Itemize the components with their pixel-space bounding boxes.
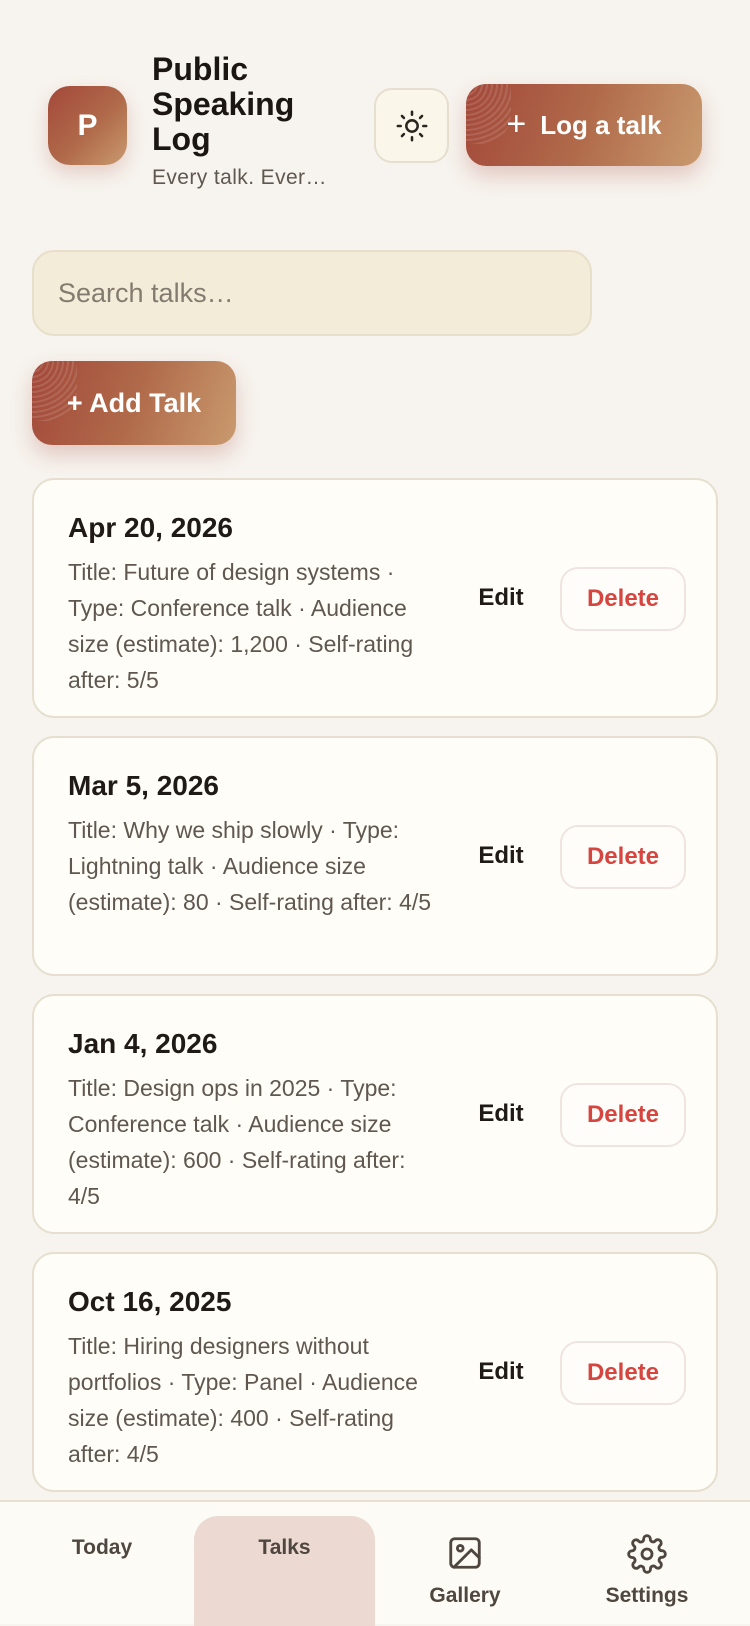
sun-icon xyxy=(396,110,427,141)
app-header: P Public Speaking Log Every talk. Ever… … xyxy=(0,0,750,230)
talk-date: Oct 16, 2025 xyxy=(68,1286,232,1317)
delete-button[interactable]: Delete xyxy=(560,825,686,889)
app-logo: P xyxy=(48,86,127,165)
button-texture xyxy=(466,84,511,144)
delete-button[interactable]: Delete xyxy=(560,567,686,631)
tab-settings[interactable]: Settings xyxy=(577,1502,717,1626)
tab-gallery[interactable]: Gallery xyxy=(395,1502,535,1626)
app-logo-letter: P xyxy=(77,108,98,142)
image-icon xyxy=(449,1537,481,1569)
talk-date: Mar 5, 2026 xyxy=(68,770,219,801)
tab-talks[interactable]: Talks xyxy=(194,1516,375,1626)
add-talk-button[interactable]: + Add Talk xyxy=(32,361,236,445)
title-block: Public Speaking Log Every talk. Ever… xyxy=(152,52,352,190)
talk-list: Apr 20, 2026 Title: Future of design sys… xyxy=(32,478,718,1510)
talk-date: Jan 4, 2026 xyxy=(68,1028,218,1059)
talk-card: Jan 4, 2026 Title: Design ops in 2025 · … xyxy=(32,994,718,1234)
tab-gallery-label: Gallery xyxy=(429,1584,501,1607)
bottom-nav: Today Talks Gallery Settings xyxy=(0,1500,750,1626)
talk-date: Apr 20, 2026 xyxy=(68,512,233,543)
talk-card: Mar 5, 2026 Title: Why we ship slowly · … xyxy=(32,736,718,976)
talk-details: Title: Design ops in 2025 · Type: Confer… xyxy=(68,1075,406,1209)
tab-today-label: Today xyxy=(71,1536,133,1559)
talk-details: Title: Hiring designers without portfoli… xyxy=(68,1333,418,1467)
add-talk-label: + Add Talk xyxy=(66,387,202,418)
edit-button[interactable]: Edit xyxy=(466,1342,536,1402)
search-input[interactable] xyxy=(32,250,592,336)
app-subtitle: Every talk. Ever… xyxy=(152,166,327,189)
talk-details: Title: Future of design systems · Type: … xyxy=(68,559,414,693)
tab-today[interactable]: Today xyxy=(32,1502,172,1626)
talk-card: Oct 16, 2025 Title: Hiring designers wit… xyxy=(32,1252,718,1492)
talk-details: Title: Why we ship slowly · Type: Lightn… xyxy=(68,817,432,915)
delete-button[interactable]: Delete xyxy=(560,1341,686,1405)
tab-talks-label: Talks xyxy=(258,1536,311,1559)
tab-settings-label: Settings xyxy=(605,1584,689,1607)
theme-toggle-button[interactable] xyxy=(374,88,449,163)
edit-button[interactable]: Edit xyxy=(466,826,536,886)
app-title: Public Speaking Log xyxy=(152,51,295,157)
delete-button[interactable]: Delete xyxy=(560,1083,686,1147)
log-talk-button[interactable]: + Log a talk xyxy=(466,84,702,166)
log-talk-label: Log a talk xyxy=(540,109,662,140)
edit-button[interactable]: Edit xyxy=(466,1084,536,1144)
edit-button[interactable]: Edit xyxy=(466,568,536,628)
gear-icon xyxy=(627,1534,667,1574)
talk-card: Apr 20, 2026 Title: Future of design sys… xyxy=(32,478,718,718)
